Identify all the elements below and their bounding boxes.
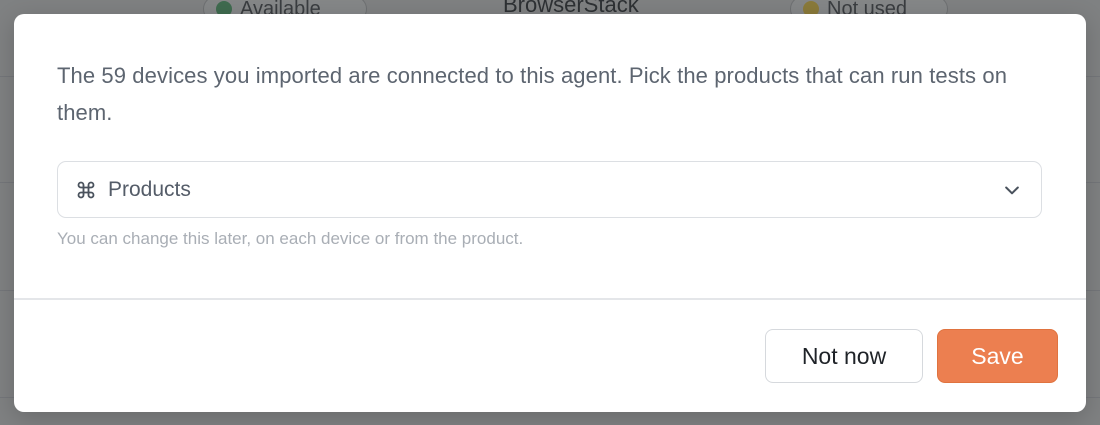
dialog-footer: Not now Save bbox=[14, 300, 1086, 412]
assign-products-dialog: The 59 devices you imported are connecte… bbox=[14, 14, 1086, 412]
products-select[interactable]: Products bbox=[57, 161, 1042, 218]
save-button[interactable]: Save bbox=[937, 329, 1058, 383]
dialog-body: The 59 devices you imported are connecte… bbox=[14, 14, 1086, 298]
chevron-down-icon bbox=[1001, 179, 1023, 201]
products-select-label: Products bbox=[108, 177, 191, 201]
dialog-description: The 59 devices you imported are connecte… bbox=[57, 63, 1008, 125]
not-now-button[interactable]: Not now bbox=[765, 329, 923, 383]
command-icon bbox=[76, 180, 96, 200]
products-hint: You can change this later, on each devic… bbox=[57, 229, 524, 248]
